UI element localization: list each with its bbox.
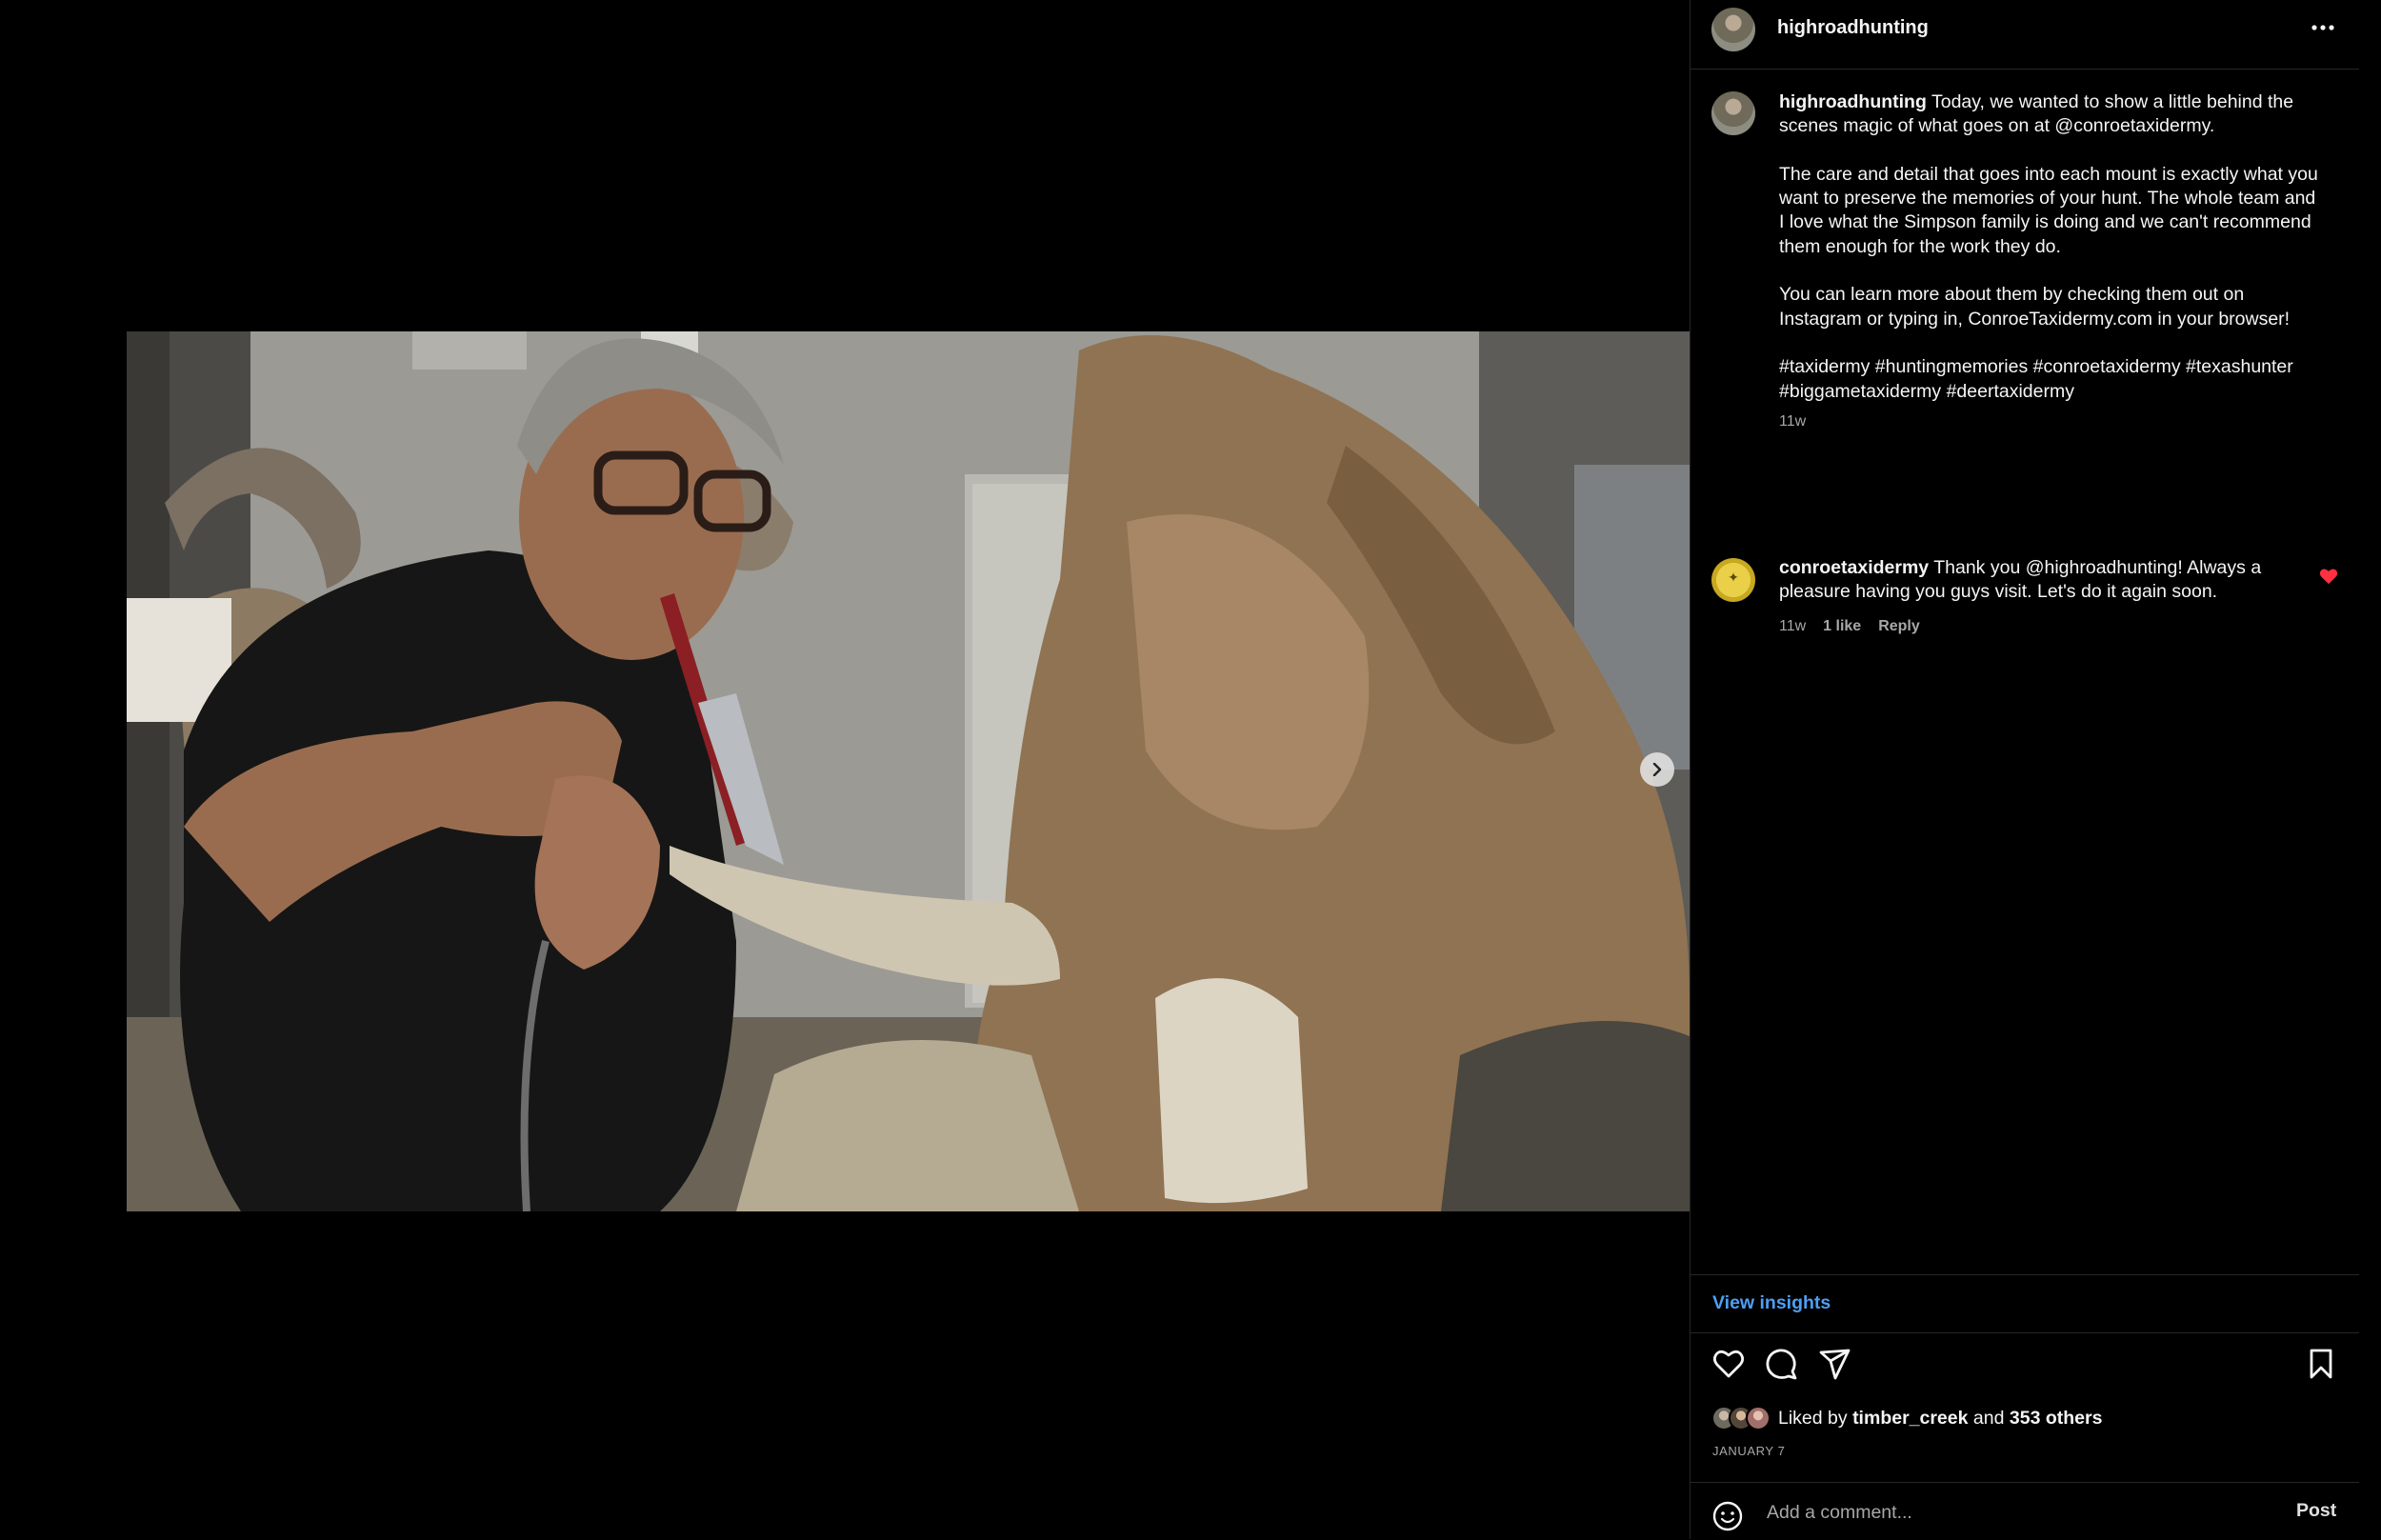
comment-like-count[interactable]: 1 like <box>1823 618 1861 635</box>
comment-composer: Post <box>1691 1482 2359 1540</box>
post-side-panel: highroadhunting highroadhunting Today, w… <box>1690 0 2359 1539</box>
comment-input[interactable] <box>1765 1496 2264 1529</box>
comment-icon <box>1766 1349 1797 1380</box>
comment-reply-button[interactable]: Reply <box>1878 618 1920 635</box>
caption-paragraph-3: You can learn more about them by checkin… <box>1779 284 2291 330</box>
share-button[interactable] <box>1816 1345 1854 1383</box>
likes-others-link[interactable]: 353 others <box>2010 1408 2103 1429</box>
comment-button[interactable] <box>1763 1345 1801 1383</box>
media-area <box>0 0 1690 1539</box>
likes-text: Liked by timber_creek and 353 others <box>1778 1408 2102 1430</box>
likes-prefix: Liked by <box>1778 1407 1848 1429</box>
comment-meta: 11w 1 like Reply <box>1779 618 1920 635</box>
comment-like-button[interactable] <box>2319 568 2338 590</box>
author-avatar[interactable] <box>1711 8 1755 51</box>
more-options-button[interactable] <box>2306 13 2340 42</box>
more-icon <box>2311 25 2334 30</box>
caption-username[interactable]: highroadhunting <box>1779 91 1927 112</box>
post-photo[interactable] <box>127 331 1690 1211</box>
view-insights-link[interactable]: View insights <box>1712 1292 1831 1314</box>
post-comment-button[interactable]: Post <box>2296 1500 2336 1522</box>
like-button[interactable] <box>1710 1345 1748 1383</box>
emoji-button[interactable] <box>1711 1500 1744 1537</box>
action-bar <box>1691 1345 2359 1390</box>
save-button[interactable] <box>2302 1345 2340 1383</box>
commenter-username[interactable]: conroetaxidermy <box>1779 557 1929 578</box>
comment-timestamp[interactable]: 11w <box>1779 618 1806 635</box>
post-date[interactable]: JANUARY 7 <box>1712 1444 1785 1458</box>
liker-username[interactable]: timber_creek <box>1852 1408 1968 1429</box>
insights-row: View insights <box>1691 1274 2359 1333</box>
bookmark-icon <box>2310 1349 2332 1379</box>
caption: highroadhunting Today, we wanted to show… <box>1779 90 2322 433</box>
comment: conroetaxidermy Thank you @highroadhunti… <box>1779 556 2284 605</box>
caption-hashtags[interactable]: #taxidermy #huntingmemories #conroetaxid… <box>1779 355 2322 404</box>
author-username[interactable]: highroadhunting <box>1777 17 1929 39</box>
commenter-avatar[interactable]: ✦ <box>1711 558 1755 602</box>
caption-timestamp[interactable]: 11w <box>1779 410 2322 433</box>
likes-summary: Liked by timber_creek and 353 others <box>1711 1406 2102 1430</box>
share-icon <box>1819 1349 1851 1380</box>
caption-paragraph-2: The care and detail that goes into each … <box>1779 163 2318 257</box>
caption-avatar[interactable] <box>1711 91 1755 135</box>
photo-illustration <box>127 331 1690 1211</box>
commenter-logo: ✦ <box>1728 570 1739 585</box>
emoji-icon <box>1712 1501 1743 1531</box>
heart-icon <box>1712 1350 1745 1378</box>
liker-avatar-3[interactable] <box>1746 1406 1771 1430</box>
heart-filled-icon <box>2319 569 2338 585</box>
post-header: highroadhunting <box>1691 0 2359 70</box>
likes-and: and <box>1972 1407 2005 1429</box>
next-image-button[interactable] <box>1640 752 1674 787</box>
chevron-right-icon <box>1652 763 1662 776</box>
